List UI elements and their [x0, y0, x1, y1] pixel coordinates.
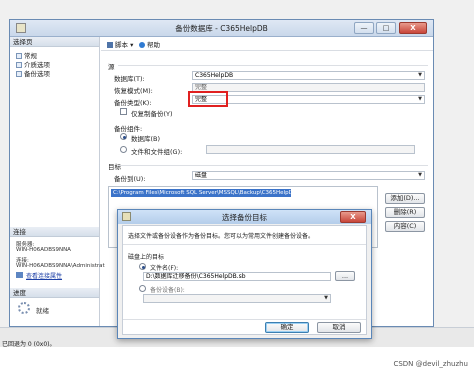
add-destination-button[interactable]: 添加(D)... — [385, 193, 425, 204]
filename-radio-label: 文件名(F): — [150, 265, 179, 272]
files-radio-label: 文件和文件组(G): — [131, 148, 183, 156]
page-icon — [16, 71, 22, 77]
progress-header: 进度 — [10, 288, 99, 298]
backup-component-label: 备份组件: — [114, 125, 143, 133]
connection-properties-icon — [16, 272, 23, 278]
dialog-divider — [123, 244, 366, 245]
dialog-title-bar: 选择备份目标 X — [118, 210, 371, 224]
server-value: WIN-H06ADBS9NNA — [16, 247, 71, 253]
progress-status: 就绪 — [36, 307, 49, 315]
maximize-button[interactable]: □ — [376, 22, 396, 34]
select-page-header: 选择页 — [10, 37, 99, 47]
backup-device-combo — [143, 294, 331, 303]
destination-section-label: 目标 — [108, 163, 121, 171]
files-field — [206, 145, 415, 154]
remove-destination-button[interactable]: 删除(R) — [385, 207, 425, 218]
cancel-button[interactable]: 取消 — [317, 322, 361, 333]
title-bar: 备份数据库 - C365HelpDB — □ X — [10, 20, 433, 37]
files-radio[interactable] — [120, 146, 127, 153]
backup-device-radio-label: 备份设备(B): — [150, 287, 185, 294]
toolbar: 脚本 ▾ 帮助 — [101, 37, 433, 51]
backup-to-combo[interactable]: 磁盘 — [192, 171, 425, 180]
left-pane: 选择页 常规 介质选项 备份选项 连接 服务器: WIN-H06ADBS9NNA… — [10, 37, 105, 326]
dialog-body: 选择文件或备份设备作为备份目标。您可以为常用文件创建备份设备。 磁盘上的目标 文… — [122, 225, 367, 335]
backup-type-label: 备份类型(K): — [114, 99, 152, 107]
database-combo[interactable]: C365HelpDB — [192, 71, 425, 80]
backup-device-radio[interactable] — [139, 285, 146, 292]
help-button[interactable]: 帮助 — [139, 39, 160, 49]
disk-target-label: 磁盘上的目标 — [128, 254, 165, 261]
connection-header: 连接 — [10, 227, 99, 237]
copy-only-label: 仅复制备份(Y) — [131, 110, 173, 118]
database-radio-label: 数据库(B) — [131, 135, 161, 143]
filename-radio[interactable] — [139, 263, 146, 270]
dialog-title: 选择备份目标 — [222, 213, 267, 222]
close-button[interactable]: X — [399, 22, 427, 34]
copy-only-checkbox[interactable] — [120, 108, 127, 115]
dialog-footer-divider — [123, 319, 366, 320]
backup-to-label: 备份到(U): — [114, 175, 146, 183]
recovery-model-label: 恢复模式(M): — [114, 87, 153, 95]
destination-path-item[interactable]: C:\Program Files\Microsoft SQL Server\MS… — [111, 189, 291, 197]
progress-spinner-icon — [18, 302, 30, 314]
minimize-button[interactable]: — — [354, 22, 374, 34]
destination-divider — [118, 165, 428, 166]
script-button[interactable]: 脚本 ▾ — [107, 39, 133, 49]
page-item-backup-options[interactable]: 备份选项 — [16, 68, 50, 78]
help-icon — [139, 42, 145, 48]
filename-input[interactable]: D:\数据库迁移备份\C365HelpDB.sb — [143, 272, 331, 281]
database-label: 数据库(T): — [114, 75, 145, 83]
dialog-close-button[interactable]: X — [340, 211, 366, 223]
backup-type-highlight-box — [188, 91, 228, 107]
source-section-label: 源 — [108, 63, 115, 71]
view-connection-properties-link[interactable]: 查看连接属性 — [26, 271, 62, 280]
database-radio[interactable] — [120, 133, 127, 140]
ok-button[interactable]: 确定 — [265, 322, 309, 333]
contents-button[interactable]: 内容(C) — [385, 221, 425, 232]
script-icon — [107, 42, 113, 48]
source-divider — [118, 65, 428, 66]
dialog-description: 选择文件或备份设备作为备份目标。您可以为常用文件创建备份设备。 — [128, 233, 315, 240]
watermark: CSDN @devil_zhuzhu — [393, 360, 468, 368]
browse-button[interactable]: ... — [335, 271, 355, 281]
connection-value: WIN-H06ADBS9NNA\Administrat — [16, 263, 105, 269]
select-backup-destination-dialog: 选择备份目标 X 选择文件或备份设备作为备份目标。您可以为常用文件创建备份设备。… — [117, 209, 372, 339]
